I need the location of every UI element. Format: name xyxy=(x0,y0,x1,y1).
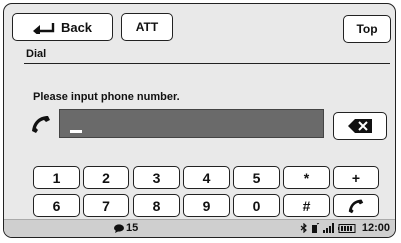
key-hash[interactable]: # xyxy=(283,194,330,217)
battery-icon xyxy=(338,223,356,233)
key-label: 1 xyxy=(52,169,61,186)
key-label: * xyxy=(303,169,310,186)
key-label: 8 xyxy=(152,197,161,214)
status-bar: 15 12:00 xyxy=(4,219,395,237)
messages-indicator: 15 xyxy=(114,222,138,234)
key-label: 6 xyxy=(52,197,61,214)
delete-button[interactable] xyxy=(333,112,387,140)
chat-bubble-icon xyxy=(114,223,124,233)
key-label: 0 xyxy=(252,197,261,214)
clock: 12:00 xyxy=(361,222,390,234)
key-label: + xyxy=(351,169,361,186)
title-divider xyxy=(24,63,390,64)
phone-handset-icon xyxy=(32,116,50,133)
signal-strength-icon xyxy=(323,223,334,233)
key-label: 2 xyxy=(102,169,110,186)
key-label: 5 xyxy=(252,169,261,186)
call-button[interactable] xyxy=(333,194,379,217)
key-6[interactable]: 6 xyxy=(33,194,80,217)
top-label: Top xyxy=(356,22,378,36)
backspace-icon xyxy=(348,119,372,133)
key-5[interactable]: 5 xyxy=(233,166,280,189)
dial-screen: Back ATT Top Dial Please input phone num… xyxy=(3,3,396,238)
key-label: 9 xyxy=(202,197,211,214)
text-cursor xyxy=(70,130,82,133)
key-1[interactable]: 1 xyxy=(33,166,80,189)
key-9[interactable]: 9 xyxy=(183,194,230,217)
key-0[interactable]: 0 xyxy=(233,194,280,217)
phone-number-field[interactable] xyxy=(59,109,324,138)
key-label: 3 xyxy=(152,169,161,186)
att-label: ATT xyxy=(135,20,159,34)
key-star[interactable]: * xyxy=(283,166,330,189)
bluetooth-icon xyxy=(300,223,307,233)
key-plus[interactable]: + xyxy=(333,166,379,189)
key-7[interactable]: 7 xyxy=(83,194,129,217)
messages-count: 15 xyxy=(126,222,139,234)
back-button[interactable]: Back xyxy=(12,13,113,41)
key-3[interactable]: 3 xyxy=(133,166,180,189)
key-4[interactable]: 4 xyxy=(183,166,230,189)
page-title: Dial xyxy=(26,48,47,60)
att-button[interactable]: ATT xyxy=(121,13,173,41)
key-label: 7 xyxy=(102,197,110,214)
key-label: 4 xyxy=(202,169,211,186)
back-label: Back xyxy=(60,19,93,35)
key-2[interactable]: 2 xyxy=(83,166,129,189)
key-label: # xyxy=(302,197,311,214)
return-arrow-icon xyxy=(32,23,55,34)
top-button[interactable]: Top xyxy=(343,15,391,43)
status-icons xyxy=(300,223,356,233)
key-8[interactable]: 8 xyxy=(133,194,180,217)
phone-link-icon xyxy=(312,223,320,233)
phone-handset-icon xyxy=(348,199,364,213)
input-prompt: Please input phone number. xyxy=(33,91,180,103)
